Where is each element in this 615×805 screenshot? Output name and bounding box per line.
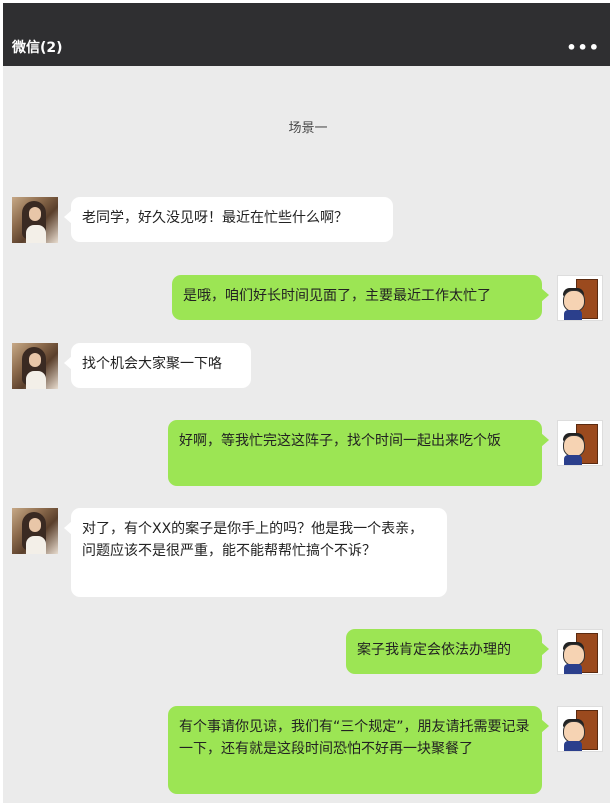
top-bar: 微信(2) ••• [3,3,610,66]
my-avatar[interactable] [557,275,603,321]
more-icon[interactable]: ••• [566,40,600,56]
message-bubble[interactable]: 老同学，好久没见呀！最近在忙些什么啊？ [64,197,393,242]
message-bubble[interactable]: 是哦，咱们好长时间见面了，主要最近工作太忙了 [172,275,549,320]
my-avatar[interactable] [557,706,603,752]
contact-avatar[interactable] [12,197,58,243]
contact-avatar[interactable] [12,343,58,389]
my-avatar[interactable] [557,629,603,675]
chat-title: 微信(2) [12,40,63,56]
my-avatar[interactable] [557,420,603,466]
message-bubble[interactable]: 找个机会大家聚一下咯 [64,343,251,388]
chat-window: 微信(2) ••• 场景一 老同学，好久没见呀！最近在忙些什么啊？ 是哦，咱们好… [3,3,610,803]
message-bubble[interactable]: 好啊，等我忙完这这阵子，找个时间一起出来吃个饭 [168,420,549,486]
message-bubble[interactable]: 有个事请你见谅，我们有“三个规定”，朋友请托需要记录一下，还有就是这段时间恐怕不… [168,706,549,794]
contact-avatar[interactable] [12,508,58,554]
message-bubble[interactable]: 对了，有个XX的案子是你手上的吗？他是我一个表亲，问题应该不是很严重，能不能帮帮… [64,508,447,597]
scene-label: 场景一 [276,121,340,139]
message-bubble[interactable]: 案子我肯定会依法办理的 [346,629,549,674]
